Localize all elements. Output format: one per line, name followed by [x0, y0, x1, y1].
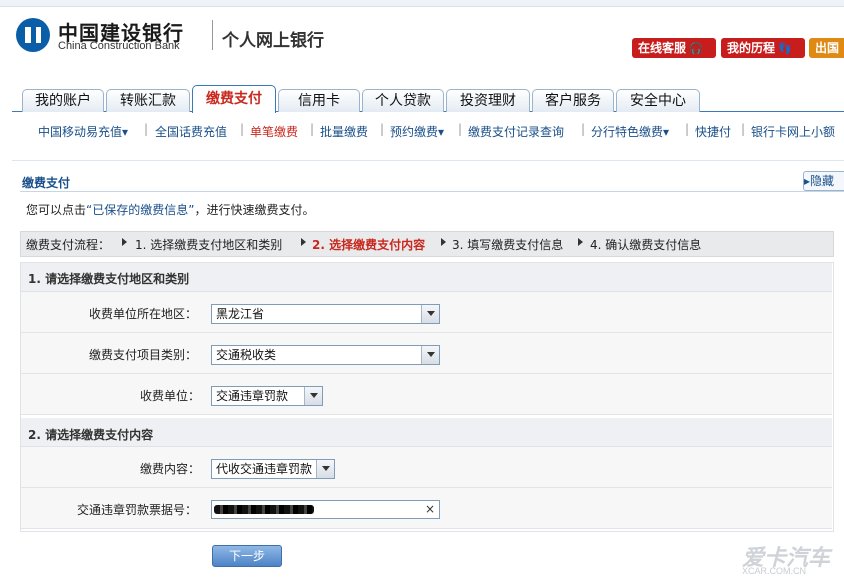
chevron-down-icon: [304, 387, 322, 405]
payee-label: 收费单位：: [140, 389, 201, 403]
ticket-number-input[interactable]: ×: [211, 500, 440, 519]
top-strip: [0, 0, 844, 7]
header-divider: [212, 20, 213, 50]
subnav-divider: [12, 160, 844, 161]
hide-button[interactable]: ▸隐藏: [803, 171, 844, 191]
category-label: 缴费支付项目类别：: [89, 348, 198, 362]
subnav-separator: |: [310, 122, 315, 136]
subnav-separator: |: [240, 122, 245, 136]
ccb-logo-icon: [16, 18, 50, 52]
region-label: 收费单位所在地区：: [89, 307, 198, 321]
chevron-down-icon: ▾: [438, 125, 445, 139]
saved-payment-info-link[interactable]: “已保存的缴费信息”: [86, 203, 194, 217]
chevron-down-icon: [421, 346, 439, 364]
abroad-label: 出国: [815, 41, 840, 55]
section-title: 缴费支付: [22, 176, 71, 190]
subnav-separator: |: [458, 122, 463, 136]
triangle-right-icon: [301, 238, 306, 246]
subnav-card-micro-pay[interactable]: 银行卡网上小额: [751, 123, 835, 140]
watermark-url: XCAR.COM.CN: [742, 566, 807, 576]
payment-content-value: 代收交通违章罚款: [216, 462, 313, 476]
tab-my-account[interactable]: 我的账户: [22, 89, 104, 112]
subnav-separator: |: [685, 122, 690, 136]
category-select[interactable]: 交通税收类: [211, 345, 440, 365]
section2-title: 2. 请选择缴费支付内容: [28, 428, 154, 442]
triangle-right-icon: [441, 238, 446, 246]
region-select[interactable]: 黑龙江省: [211, 304, 440, 324]
chevron-down-icon: ▾: [122, 125, 129, 139]
footprints-icon: 👣: [778, 42, 792, 55]
subnav-label: 分行特色缴费: [591, 125, 664, 139]
section-divider: [20, 191, 844, 192]
flow-step-3: 3. 填写缴费支付信息: [452, 238, 564, 252]
region-value: 黑龙江省: [216, 307, 265, 321]
subnav-separator: |: [741, 122, 746, 136]
headset-icon: 🎧: [689, 42, 703, 55]
subnav-mobile-recharge[interactable]: 中国移动易充值▾: [38, 123, 128, 140]
flow-step-1: 1. 选择缴费支付地区和类别: [135, 238, 283, 252]
chevron-down-icon: ▾: [663, 125, 670, 139]
tab-customer-service[interactable]: 客户服务: [532, 89, 614, 112]
tip-suffix: ，进行快速缴费支付。: [194, 203, 315, 217]
subnav-phone-recharge[interactable]: 全国话费充值: [155, 123, 227, 140]
triangle-right-icon: [122, 238, 127, 246]
tab-payment[interactable]: 缴费支付: [192, 85, 276, 113]
subnav-separator: |: [581, 122, 586, 136]
online-service-label: 在线客服: [638, 41, 687, 55]
subnav-payment-records[interactable]: 缴费支付记录查询: [468, 123, 564, 140]
tab-transfer[interactable]: 转账汇款: [106, 89, 190, 112]
clear-icon[interactable]: ×: [425, 501, 435, 518]
hide-label: 隐藏: [810, 174, 835, 188]
subnav-batch-payment[interactable]: 批量缴费: [320, 123, 368, 140]
flow-step-2: 2. 选择缴费支付内容: [312, 238, 426, 252]
subnav-quick-pay[interactable]: 快捷付: [695, 123, 731, 140]
ticket-number-label: 交通违章罚款票据号：: [77, 503, 198, 517]
payee-select[interactable]: 交通违章罚款: [211, 386, 323, 406]
subnav-single-payment[interactable]: 单笔缴费: [250, 123, 298, 140]
bank-name-en: China Construction Bank: [58, 40, 180, 52]
my-history-label: 我的历程: [727, 41, 776, 55]
subnav-label: 预约缴费: [390, 125, 439, 139]
tip-text: 您可以点击“已保存的缴费信息”，进行快速缴费支付。: [26, 201, 314, 218]
abroad-button[interactable]: 出国: [809, 38, 844, 58]
category-value: 交通税收类: [216, 348, 277, 362]
online-service-button[interactable]: 在线客服 🎧: [632, 38, 716, 58]
tip-prefix: 您可以点击: [26, 203, 87, 217]
chevron-down-icon: [316, 460, 334, 478]
redacted-value: [214, 505, 314, 514]
subnav-scheduled-payment[interactable]: 预约缴费▾: [390, 123, 444, 140]
chevron-down-icon: [421, 305, 439, 323]
flow-step-4: 4. 确认缴费支付信息: [590, 238, 702, 252]
tab-credit-card[interactable]: 信用卡: [278, 89, 360, 112]
tab-security-center[interactable]: 安全中心: [616, 89, 700, 112]
tab-personal-loan[interactable]: 个人贷款: [362, 89, 444, 112]
subnav-branch-special[interactable]: 分行特色缴费▾: [591, 123, 669, 140]
site-name: 个人网上银行: [222, 31, 324, 51]
section1-title: 1. 请选择缴费支付地区和类别: [28, 272, 190, 286]
payment-content-label: 缴费内容：: [140, 462, 201, 476]
payment-content-select[interactable]: 代收交通违章罚款: [211, 459, 335, 479]
subnav-separator: |: [380, 122, 385, 136]
next-step-button[interactable]: 下一步: [212, 545, 282, 567]
payee-value: 交通违章罚款: [216, 389, 289, 403]
my-history-button[interactable]: 我的历程 👣: [721, 38, 805, 58]
tab-investment[interactable]: 投资理财: [446, 89, 530, 112]
flow-label: 缴费支付流程：: [26, 238, 111, 252]
subnav-label: 中国移动易充值: [38, 125, 123, 139]
subnav-separator: |: [144, 122, 149, 136]
triangle-right-icon: [578, 238, 583, 246]
